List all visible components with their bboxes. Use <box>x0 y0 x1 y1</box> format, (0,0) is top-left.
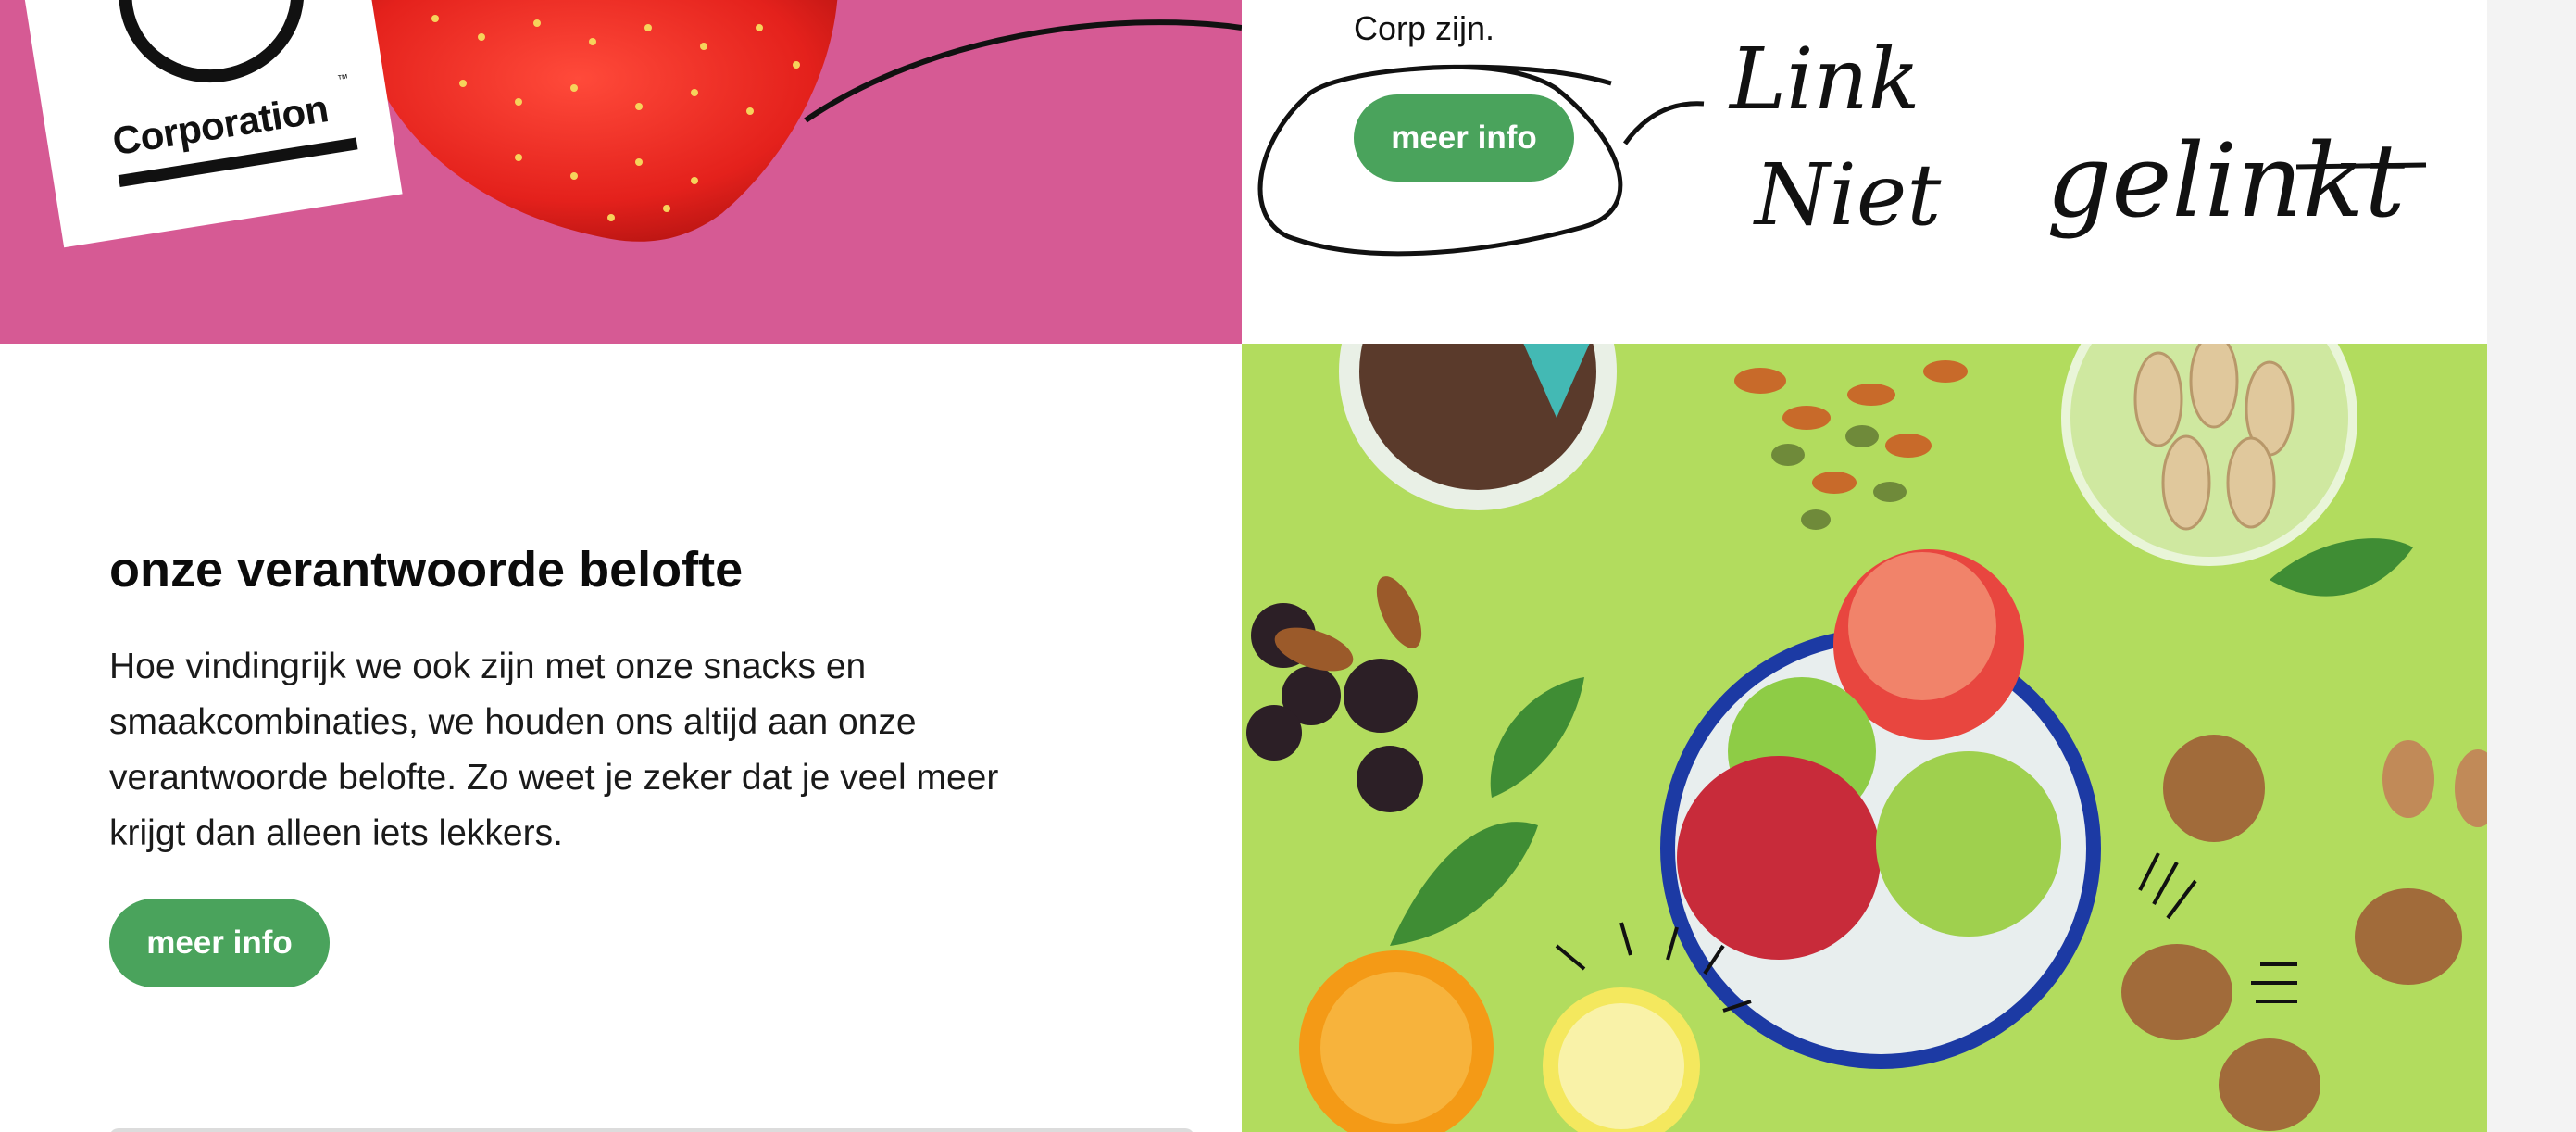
page-scroll-gutter <box>2487 0 2576 1132</box>
trademark-mark: ™ <box>336 71 350 86</box>
promise-more-info-button[interactable]: meer info <box>109 899 330 987</box>
handwritten-word-1: Link <box>1730 30 1920 129</box>
promise-body: Hoe vindingrijk we ook zijn met onze sna… <box>109 647 999 853</box>
bcorp-banner: Corporation ™ <box>0 0 1242 344</box>
food-photo <box>1242 344 2487 1132</box>
handwritten-word-3: gelinkt <box>2046 121 2406 240</box>
next-card-edge <box>109 1128 1194 1132</box>
b-logo-circle <box>106 0 318 96</box>
handwritten-word-2: Niet <box>1755 145 1942 245</box>
fruit-and-nuts-image <box>1246 344 2487 1132</box>
promise-title: onze verantwoorde belofte <box>109 542 744 597</box>
